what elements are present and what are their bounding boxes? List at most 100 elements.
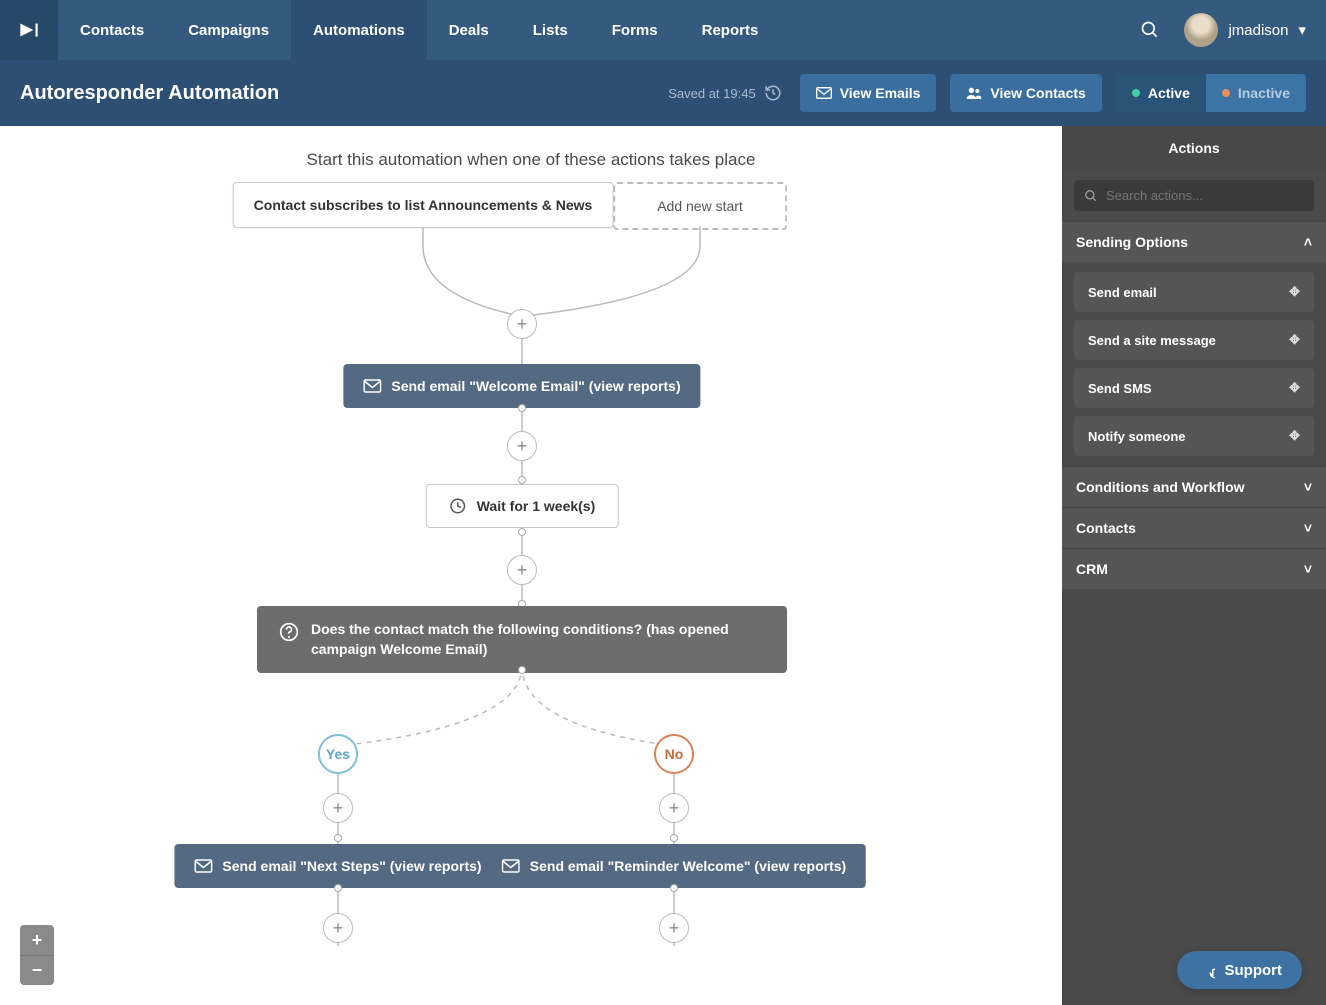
status-toggle: Active Inactive <box>1116 74 1306 112</box>
view-contacts-label: View Contacts <box>990 85 1085 101</box>
nav-campaigns[interactable]: Campaigns <box>166 0 291 60</box>
actions-panel: Actions Sending Options ˄ Send email ✥ S… <box>1062 126 1326 1005</box>
node-send-reminder[interactable]: Send email "Reminder Welcome" (view repo… <box>482 844 866 888</box>
nav-automations[interactable]: Automations <box>291 0 427 60</box>
user-menu[interactable]: jmadison ▾ <box>1184 13 1306 47</box>
chat-icon <box>1197 961 1215 979</box>
add-step-3[interactable]: + <box>507 555 537 585</box>
action-send-site-message[interactable]: Send a site message ✥ <box>1074 320 1314 360</box>
saved-text: Saved at 19:45 <box>668 86 755 101</box>
send-next-label: Send email "Next Steps" (view reports) <box>222 858 481 874</box>
anchor-dot <box>518 476 526 484</box>
move-icon: ✥ <box>1289 284 1300 300</box>
sub-header: Autoresponder Automation Saved at 19:45 … <box>0 60 1326 126</box>
section-sending-options[interactable]: Sending Options ˄ <box>1062 221 1326 262</box>
mail-icon <box>816 87 832 99</box>
conditions-label: Conditions and Workflow <box>1076 479 1245 495</box>
anchor-dot <box>518 404 526 412</box>
zoom-out-button[interactable]: − <box>20 955 54 985</box>
search-icon[interactable] <box>1140 20 1160 40</box>
add-step-2[interactable]: + <box>507 431 537 461</box>
automation-title: Autoresponder Automation <box>20 82 279 105</box>
action-label: Send SMS <box>1088 381 1152 396</box>
support-label: Support <box>1225 962 1283 979</box>
view-emails-button[interactable]: View Emails <box>800 74 937 112</box>
wait-label: Wait for 1 week(s) <box>477 498 596 514</box>
inactive-dot-icon <box>1222 89 1230 97</box>
search-actions[interactable] <box>1074 180 1314 211</box>
avatar <box>1184 13 1218 47</box>
nav-lists[interactable]: Lists <box>511 0 590 60</box>
chevron-down-icon: ˅ <box>1304 561 1312 577</box>
move-icon: ✥ <box>1289 332 1300 348</box>
question-icon <box>279 622 299 642</box>
anchor-dot <box>518 528 526 536</box>
send-reminder-label: Send email "Reminder Welcome" (view repo… <box>530 858 846 874</box>
action-notify-someone[interactable]: Notify someone ✥ <box>1074 416 1314 456</box>
section-crm[interactable]: CRM ˅ <box>1062 548 1326 589</box>
clock-icon <box>449 497 467 515</box>
send-welcome-label: Send email "Welcome Email" (view reports… <box>391 378 680 394</box>
add-step-1[interactable]: + <box>507 309 537 339</box>
contacts-icon <box>966 86 982 100</box>
search-icon <box>1084 189 1098 203</box>
username: jmadison <box>1228 22 1288 39</box>
section-conditions[interactable]: Conditions and Workflow ˅ <box>1062 466 1326 507</box>
history-icon[interactable] <box>764 84 782 102</box>
top-nav: Contacts Campaigns Automations Deals Lis… <box>0 0 1326 60</box>
search-input[interactable] <box>1106 188 1304 203</box>
node-send-next-steps[interactable]: Send email "Next Steps" (view reports) <box>174 844 501 888</box>
condition-label: Does the contact match the following con… <box>311 620 765 659</box>
add-new-start[interactable]: Add new start <box>613 182 787 230</box>
status-inactive[interactable]: Inactive <box>1206 74 1306 112</box>
view-emails-label: View Emails <box>840 85 921 101</box>
add-step-no-2[interactable]: + <box>659 913 689 943</box>
add-step-yes-2[interactable]: + <box>323 913 353 943</box>
status-active[interactable]: Active <box>1116 74 1206 112</box>
support-button[interactable]: Support <box>1177 951 1303 989</box>
active-dot-icon <box>1132 89 1140 97</box>
nav-contacts[interactable]: Contacts <box>58 0 166 60</box>
start-trigger-node[interactable]: Contact subscribes to list Announcements… <box>233 182 614 228</box>
logo[interactable] <box>0 0 58 60</box>
action-send-sms[interactable]: Send SMS ✥ <box>1074 368 1314 408</box>
sending-options-body: Send email ✥ Send a site message ✥ Send … <box>1062 262 1326 466</box>
anchor-dot <box>518 666 526 674</box>
anchor-dot <box>334 834 342 842</box>
branch-no[interactable]: No <box>654 734 694 774</box>
action-send-email[interactable]: Send email ✥ <box>1074 272 1314 312</box>
section-contacts[interactable]: Contacts ˅ <box>1062 507 1326 548</box>
panel-header: Actions <box>1062 126 1326 170</box>
mail-icon <box>194 859 212 873</box>
crm-label: CRM <box>1076 561 1108 577</box>
zoom-in-button[interactable]: + <box>20 925 54 955</box>
active-label: Active <box>1148 85 1190 101</box>
node-condition[interactable]: Does the contact match the following con… <box>257 606 787 673</box>
anchor-dot <box>670 884 678 892</box>
chevron-up-icon: ˄ <box>1304 234 1312 250</box>
nav-deals[interactable]: Deals <box>427 0 511 60</box>
action-label: Send a site message <box>1088 333 1216 348</box>
move-icon: ✥ <box>1289 428 1300 444</box>
nav-right: jmadison ▾ <box>1140 13 1326 47</box>
contacts-label: Contacts <box>1076 520 1136 536</box>
action-label: Notify someone <box>1088 429 1186 444</box>
move-icon: ✥ <box>1289 380 1300 396</box>
nav-forms[interactable]: Forms <box>590 0 680 60</box>
automation-canvas[interactable]: Start this automation when one of these … <box>0 126 1062 1005</box>
add-step-yes-1[interactable]: + <box>323 793 353 823</box>
nav-items: Contacts Campaigns Automations Deals Lis… <box>58 0 780 60</box>
zoom-control: + − <box>20 925 54 985</box>
chevron-down-icon: ▾ <box>1298 21 1306 39</box>
start-prompt: Start this automation when one of these … <box>307 150 756 170</box>
inactive-label: Inactive <box>1238 85 1290 101</box>
branch-yes[interactable]: Yes <box>318 734 358 774</box>
saved-status: Saved at 19:45 <box>668 84 781 102</box>
view-contacts-button[interactable]: View Contacts <box>950 74 1101 112</box>
add-step-no-1[interactable]: + <box>659 793 689 823</box>
nav-reports[interactable]: Reports <box>680 0 781 60</box>
node-send-welcome[interactable]: Send email "Welcome Email" (view reports… <box>343 364 700 408</box>
mail-icon <box>363 379 381 393</box>
mail-icon <box>502 859 520 873</box>
node-wait[interactable]: Wait for 1 week(s) <box>426 484 619 528</box>
